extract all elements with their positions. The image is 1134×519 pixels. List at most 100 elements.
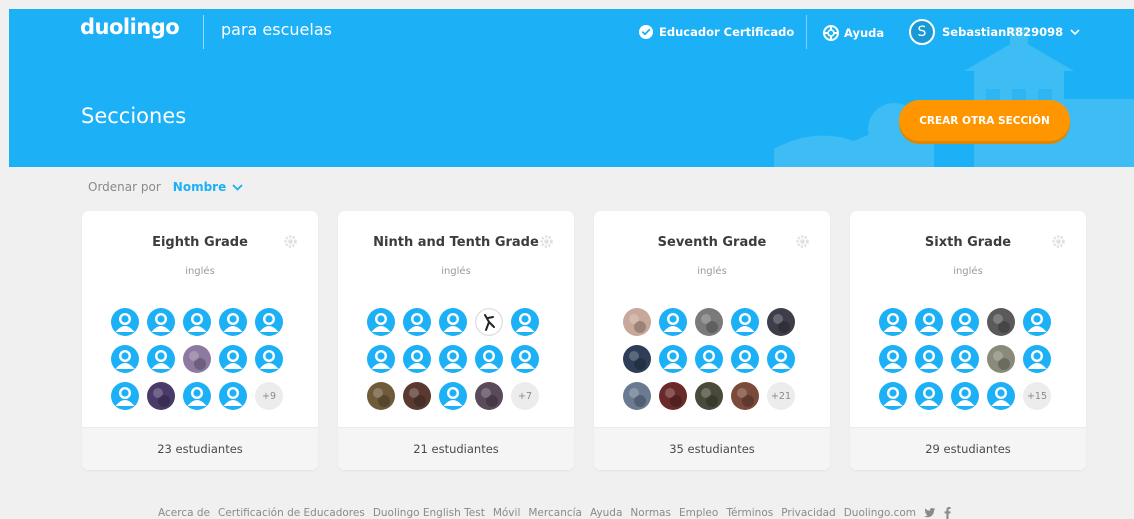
student-photo bbox=[147, 382, 175, 410]
student-count: 23 estudiantes bbox=[82, 427, 318, 470]
section-card[interactable]: Ninth and Tenth Grade inglés +7 21 estud… bbox=[338, 211, 574, 470]
twitter-icon[interactable] bbox=[924, 508, 936, 518]
student-avatars: +15 bbox=[879, 308, 1051, 410]
page-title: Secciones bbox=[81, 104, 187, 128]
default-avatar-icon bbox=[915, 382, 943, 410]
default-avatar-icon bbox=[951, 382, 979, 410]
default-avatar-icon bbox=[403, 308, 431, 336]
footer-link[interactable]: Términos bbox=[726, 507, 773, 519]
student-count: 29 estudiantes bbox=[850, 427, 1086, 470]
default-avatar-icon bbox=[987, 382, 1015, 410]
footer-links: Acerca de Certificación de Educadores Du… bbox=[158, 507, 951, 519]
default-avatar-icon bbox=[439, 308, 467, 336]
default-avatar-icon bbox=[111, 308, 139, 336]
section-card[interactable]: Seventh Grade inglés +21 35 estudiantes bbox=[594, 211, 830, 470]
footer-link[interactable]: Privacidad bbox=[781, 507, 835, 519]
student-photo bbox=[659, 382, 687, 410]
default-avatar-icon bbox=[475, 345, 503, 373]
default-avatar-icon bbox=[1023, 308, 1051, 336]
student-photo bbox=[731, 382, 759, 410]
default-avatar-icon bbox=[111, 345, 139, 373]
more-students-badge: +15 bbox=[1023, 382, 1051, 410]
student-photo bbox=[475, 382, 503, 410]
default-avatar-icon bbox=[219, 345, 247, 373]
default-avatar-icon bbox=[219, 382, 247, 410]
footer-link[interactable]: Mercancía bbox=[528, 507, 582, 519]
default-avatar-icon bbox=[367, 308, 395, 336]
help-label: Ayuda bbox=[844, 26, 885, 40]
lifebuoy-icon bbox=[823, 25, 839, 41]
duolingo-logo[interactable]: duolingo bbox=[80, 15, 180, 39]
logo-divider bbox=[203, 15, 204, 49]
help-link[interactable]: Ayuda bbox=[823, 25, 884, 41]
student-count: 35 estudiantes bbox=[594, 427, 830, 470]
footer-link[interactable]: Duolingo.com bbox=[844, 507, 916, 519]
student-photo bbox=[695, 382, 723, 410]
section-language: inglés bbox=[441, 266, 471, 277]
certified-label: Educador Certificado bbox=[659, 25, 795, 39]
user-menu[interactable]: S SebastianR829098 bbox=[909, 19, 1080, 45]
default-avatar-icon bbox=[915, 308, 943, 336]
section-language: inglés bbox=[953, 266, 983, 277]
default-avatar-icon bbox=[879, 308, 907, 336]
section-language: inglés bbox=[697, 266, 727, 277]
student-avatars: +9 bbox=[111, 308, 283, 410]
footer-link[interactable]: Duolingo English Test bbox=[373, 507, 485, 519]
student-photo bbox=[403, 382, 431, 410]
section-card[interactable]: Sixth Grade inglés +15 29 estudiantes bbox=[850, 211, 1086, 470]
certified-educator-link[interactable]: Educador Certificado bbox=[639, 25, 794, 39]
chevron-down-icon bbox=[1070, 28, 1080, 35]
default-avatar-icon bbox=[731, 345, 759, 373]
default-avatar-icon bbox=[111, 382, 139, 410]
default-avatar-icon bbox=[183, 382, 211, 410]
default-avatar-icon bbox=[439, 382, 467, 410]
default-avatar-icon bbox=[915, 345, 943, 373]
student-photo bbox=[623, 308, 651, 336]
student-photo bbox=[183, 345, 211, 373]
username: SebastianR829098 bbox=[942, 25, 1064, 39]
sort-dropdown[interactable]: Nombre bbox=[173, 180, 243, 194]
student-photo bbox=[987, 308, 1015, 336]
section-language: inglés bbox=[185, 266, 215, 277]
facebook-icon[interactable] bbox=[944, 507, 951, 519]
more-students-badge: +7 bbox=[511, 382, 539, 410]
student-photo bbox=[475, 308, 503, 336]
gear-icon[interactable] bbox=[283, 234, 298, 249]
gear-icon[interactable] bbox=[1051, 234, 1066, 249]
default-avatar-icon bbox=[439, 345, 467, 373]
check-badge-icon bbox=[639, 25, 653, 39]
gear-icon[interactable] bbox=[539, 234, 554, 249]
section-cards: Eighth Grade inglés +9 23 estudiantes Ni… bbox=[82, 211, 1086, 470]
default-avatar-icon bbox=[659, 345, 687, 373]
chevron-down-icon bbox=[232, 183, 243, 191]
default-avatar-icon bbox=[879, 382, 907, 410]
sort-bar: Ordenar por Nombre bbox=[88, 180, 243, 194]
student-photo bbox=[623, 382, 651, 410]
default-avatar-icon bbox=[255, 308, 283, 336]
footer-link[interactable]: Móvil bbox=[493, 507, 521, 519]
footer-link[interactable]: Ayuda bbox=[590, 507, 622, 519]
default-avatar-icon bbox=[879, 345, 907, 373]
create-section-button[interactable]: CREAR OTRA SECCIÓN bbox=[899, 100, 1070, 141]
student-photo bbox=[623, 345, 651, 373]
default-avatar-icon bbox=[147, 345, 175, 373]
student-count: 21 estudiantes bbox=[338, 427, 574, 470]
footer-link[interactable]: Certificación de Educadores bbox=[218, 507, 365, 519]
section-card[interactable]: Eighth Grade inglés +9 23 estudiantes bbox=[82, 211, 318, 470]
default-avatar-icon bbox=[367, 345, 395, 373]
gear-icon[interactable] bbox=[795, 234, 810, 249]
default-avatar-icon bbox=[183, 308, 211, 336]
student-avatars: +21 bbox=[623, 308, 795, 410]
default-avatar-icon bbox=[767, 345, 795, 373]
more-students-badge: +9 bbox=[255, 382, 283, 410]
footer-link[interactable]: Acerca de bbox=[158, 507, 210, 519]
more-students-badge: +21 bbox=[767, 382, 795, 410]
default-avatar-icon bbox=[951, 345, 979, 373]
hero-banner: duolingo para escuelas Educador Certific… bbox=[9, 9, 1134, 167]
default-avatar-icon bbox=[511, 345, 539, 373]
footer-link[interactable]: Normas bbox=[630, 507, 671, 519]
default-avatar-icon bbox=[695, 345, 723, 373]
student-photo bbox=[367, 382, 395, 410]
student-photo bbox=[767, 308, 795, 336]
footer-link[interactable]: Empleo bbox=[679, 507, 718, 519]
